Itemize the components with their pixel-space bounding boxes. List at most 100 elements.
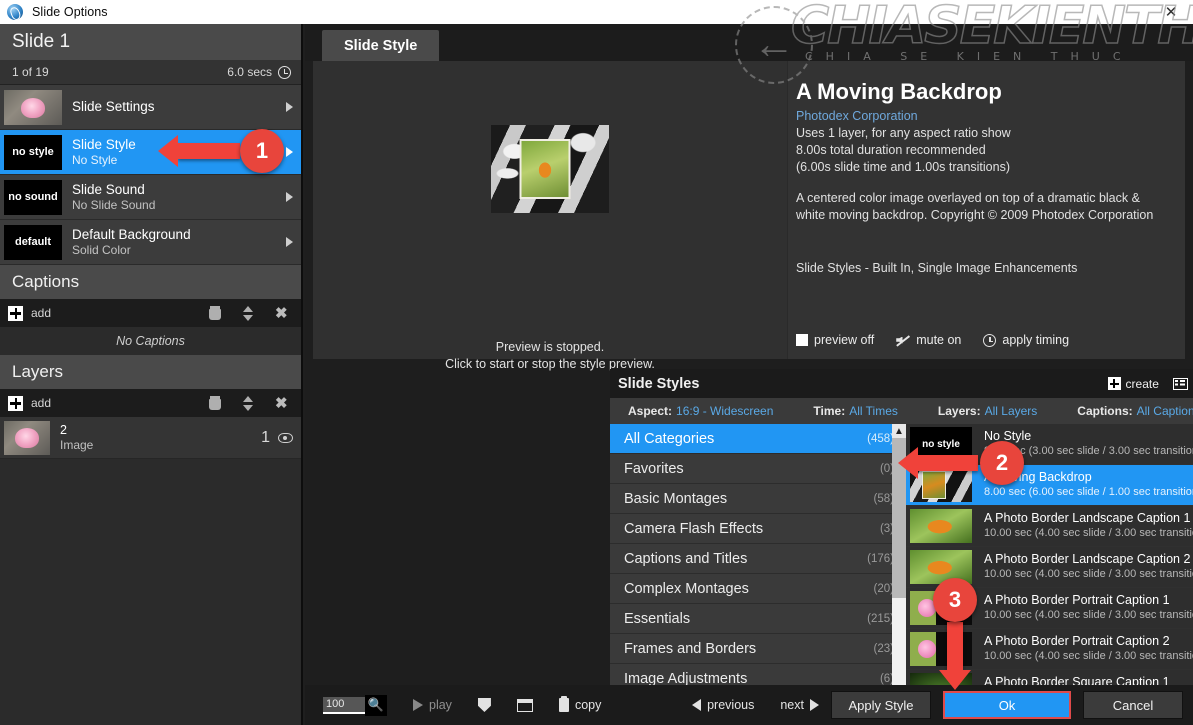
close-icon[interactable]: ✕ bbox=[1153, 0, 1189, 24]
filter-layers[interactable]: Layers: All Layers bbox=[938, 404, 1037, 418]
category-count: (215) bbox=[867, 612, 894, 625]
category-item-camera-flash-effects[interactable]: Camera Flash Effects (3) bbox=[610, 514, 906, 544]
layers-toolbar: add ✖ bbox=[0, 389, 301, 417]
category-count: (458) bbox=[867, 432, 894, 445]
play-label: play bbox=[429, 698, 452, 712]
cancel-button[interactable]: Cancel bbox=[1083, 691, 1183, 719]
ok-button[interactable]: Ok bbox=[943, 691, 1071, 719]
category-count: (20) bbox=[873, 582, 894, 595]
callout-arrow-2 bbox=[918, 455, 978, 471]
table-row[interactable]: A Photo Border Landscape Caption 1 10.00… bbox=[906, 506, 1193, 547]
style-info: A Moving Backdrop Photodex Corporation U… bbox=[788, 61, 1185, 359]
bottom-toolbar: 🔍 play copy previous next Apply Style Ok… bbox=[305, 685, 1193, 725]
filter-layers-label: Layers: bbox=[937, 404, 981, 418]
layers-add-label[interactable]: add bbox=[31, 396, 51, 410]
chevron-right-icon bbox=[286, 192, 293, 202]
shield-button[interactable] bbox=[477, 698, 491, 712]
mute-toggle[interactable]: mute on bbox=[896, 333, 961, 347]
slide-meta-row: 1 of 19 6.0 secs bbox=[0, 60, 301, 85]
chevron-right-icon bbox=[286, 237, 293, 247]
scroll-up-icon[interactable]: ▲ bbox=[892, 424, 906, 438]
apply-style-button[interactable]: Apply Style bbox=[831, 691, 931, 719]
style-breakdown-line: (6.00s slide time and 1.00s transitions) bbox=[796, 160, 1010, 174]
style-time: 10.00 sec (4.00 sec slide / 3.00 sec tra… bbox=[984, 568, 1193, 580]
clock-icon[interactable] bbox=[278, 65, 291, 79]
create-button[interactable]: create bbox=[1107, 376, 1159, 391]
callout-marker-1: 1 bbox=[240, 129, 284, 173]
filter-aspect-value: 16:9 - Widescreen bbox=[676, 404, 774, 418]
sidebar-item-slide-sound[interactable]: no sound Slide Sound No Slide Sound bbox=[0, 175, 301, 220]
apply-timing-toggle[interactable]: apply timing bbox=[983, 333, 1069, 347]
filter-time[interactable]: Time: All Times bbox=[813, 404, 897, 418]
sidebar-item-default-background[interactable]: default Default Background Solid Color bbox=[0, 220, 301, 265]
preview-image bbox=[491, 125, 609, 213]
search-icon[interactable]: 🔍 bbox=[365, 694, 387, 716]
style-preview-pane: Preview is stopped. Click to start or st… bbox=[313, 61, 1185, 371]
filter-captions[interactable]: Captions:All Captions bbox=[1077, 404, 1193, 418]
reorder-icon[interactable] bbox=[243, 305, 253, 321]
sidebar-item-sublabel: No Slide Sound bbox=[72, 197, 156, 212]
preview-area[interactable]: Preview is stopped. Click to start or st… bbox=[313, 61, 788, 371]
copy-button[interactable]: copy bbox=[558, 696, 602, 712]
table-row[interactable]: A Moving Backdrop 8.00 sec (6.00 sec sli… bbox=[906, 465, 1193, 506]
tools-icon[interactable]: ✖ bbox=[275, 396, 291, 411]
slide-options-window: Slide Options ✕ Slide 1 1 of 19 6.0 secs… bbox=[0, 0, 1193, 725]
style-layers-line: Uses 1 layer, for any aspect ratio show bbox=[796, 126, 1011, 140]
category-label: Captions and Titles bbox=[624, 550, 748, 567]
filter-aspect[interactable]: Aspect: 16:9 - Widescreen bbox=[628, 404, 773, 418]
tab-slide-style[interactable]: Slide Style bbox=[322, 30, 440, 61]
category-label: All Categories bbox=[624, 430, 715, 447]
clock-icon bbox=[983, 333, 997, 347]
reorder-icon[interactable] bbox=[243, 395, 253, 411]
copy-label: copy bbox=[574, 698, 602, 712]
layer-thumbnail bbox=[4, 420, 50, 455]
filter-captions-label: Captions: bbox=[1077, 404, 1133, 418]
mute-icon bbox=[896, 334, 910, 347]
category-item-complex-montages[interactable]: Complex Montages (20) bbox=[610, 574, 906, 604]
play-button[interactable]: play bbox=[413, 698, 452, 712]
filter-aspect-label: Aspect: bbox=[628, 404, 673, 418]
arrow-right-icon bbox=[810, 699, 819, 711]
trash-icon[interactable] bbox=[209, 306, 221, 320]
style-name: A Photo Border Portrait Caption 1 bbox=[984, 593, 1170, 607]
add-icon[interactable] bbox=[8, 395, 23, 411]
category-item-frames-and-borders[interactable]: Frames and Borders (23) bbox=[610, 634, 906, 664]
tools-icon[interactable]: ✖ bbox=[275, 306, 291, 321]
apply-timing-label: apply timing bbox=[1002, 333, 1070, 347]
trash-icon[interactable] bbox=[209, 396, 221, 410]
eye-icon[interactable] bbox=[278, 432, 293, 443]
category-label: Essentials bbox=[624, 610, 691, 627]
category-item-captions-and-titles[interactable]: Captions and Titles (176) bbox=[610, 544, 906, 574]
manage-button[interactable]: manage bbox=[1172, 377, 1193, 391]
category-list: All Categories (458) Favorites (0) Basic… bbox=[610, 424, 906, 724]
zoom-input[interactable] bbox=[323, 696, 365, 714]
captions-empty-text: No Captions bbox=[0, 327, 301, 355]
create-label: create bbox=[1125, 376, 1159, 391]
preview-toggle[interactable]: preview off bbox=[796, 333, 874, 347]
sidebar-item-label: Slide Settings bbox=[72, 99, 155, 114]
window-button[interactable] bbox=[516, 698, 533, 712]
category-item-essentials[interactable]: Essentials (215) bbox=[610, 604, 906, 634]
slide-duration: 6.0 secs bbox=[227, 65, 272, 79]
previous-button[interactable]: previous bbox=[692, 698, 754, 712]
sidebar-item-slide-settings[interactable]: Slide Settings bbox=[0, 85, 301, 130]
category-item-all-categories[interactable]: All Categories (458) bbox=[610, 424, 906, 454]
style-info-actions: preview off mute on apply timing bbox=[796, 333, 1069, 347]
filter-time-value: All Times bbox=[849, 404, 898, 418]
list-item[interactable]: 2 Image 1 bbox=[0, 417, 301, 459]
next-button[interactable]: next bbox=[780, 698, 819, 712]
style-publisher-link[interactable]: Photodex Corporation bbox=[796, 108, 1171, 125]
sidebar-item-label: Slide Style bbox=[72, 136, 136, 152]
clipboard-icon bbox=[558, 696, 569, 712]
add-icon[interactable] bbox=[8, 305, 23, 321]
zoom-control[interactable]: 🔍 bbox=[323, 694, 387, 716]
layer-count: 1 bbox=[261, 428, 270, 446]
style-time: 10.00 sec (4.00 sec slide / 3.00 sec tra… bbox=[984, 527, 1193, 539]
category-item-basic-montages[interactable]: Basic Montages (58) bbox=[610, 484, 906, 514]
layer-number: 2 bbox=[60, 422, 67, 437]
callout-marker-2: 2 bbox=[980, 441, 1024, 485]
layers-heading: Layers bbox=[0, 355, 301, 389]
category-item-favorites[interactable]: Favorites (0) bbox=[610, 454, 906, 484]
captions-add-label[interactable]: add bbox=[31, 306, 51, 320]
style-duration-line: 8.00s total duration recommended bbox=[796, 143, 986, 157]
